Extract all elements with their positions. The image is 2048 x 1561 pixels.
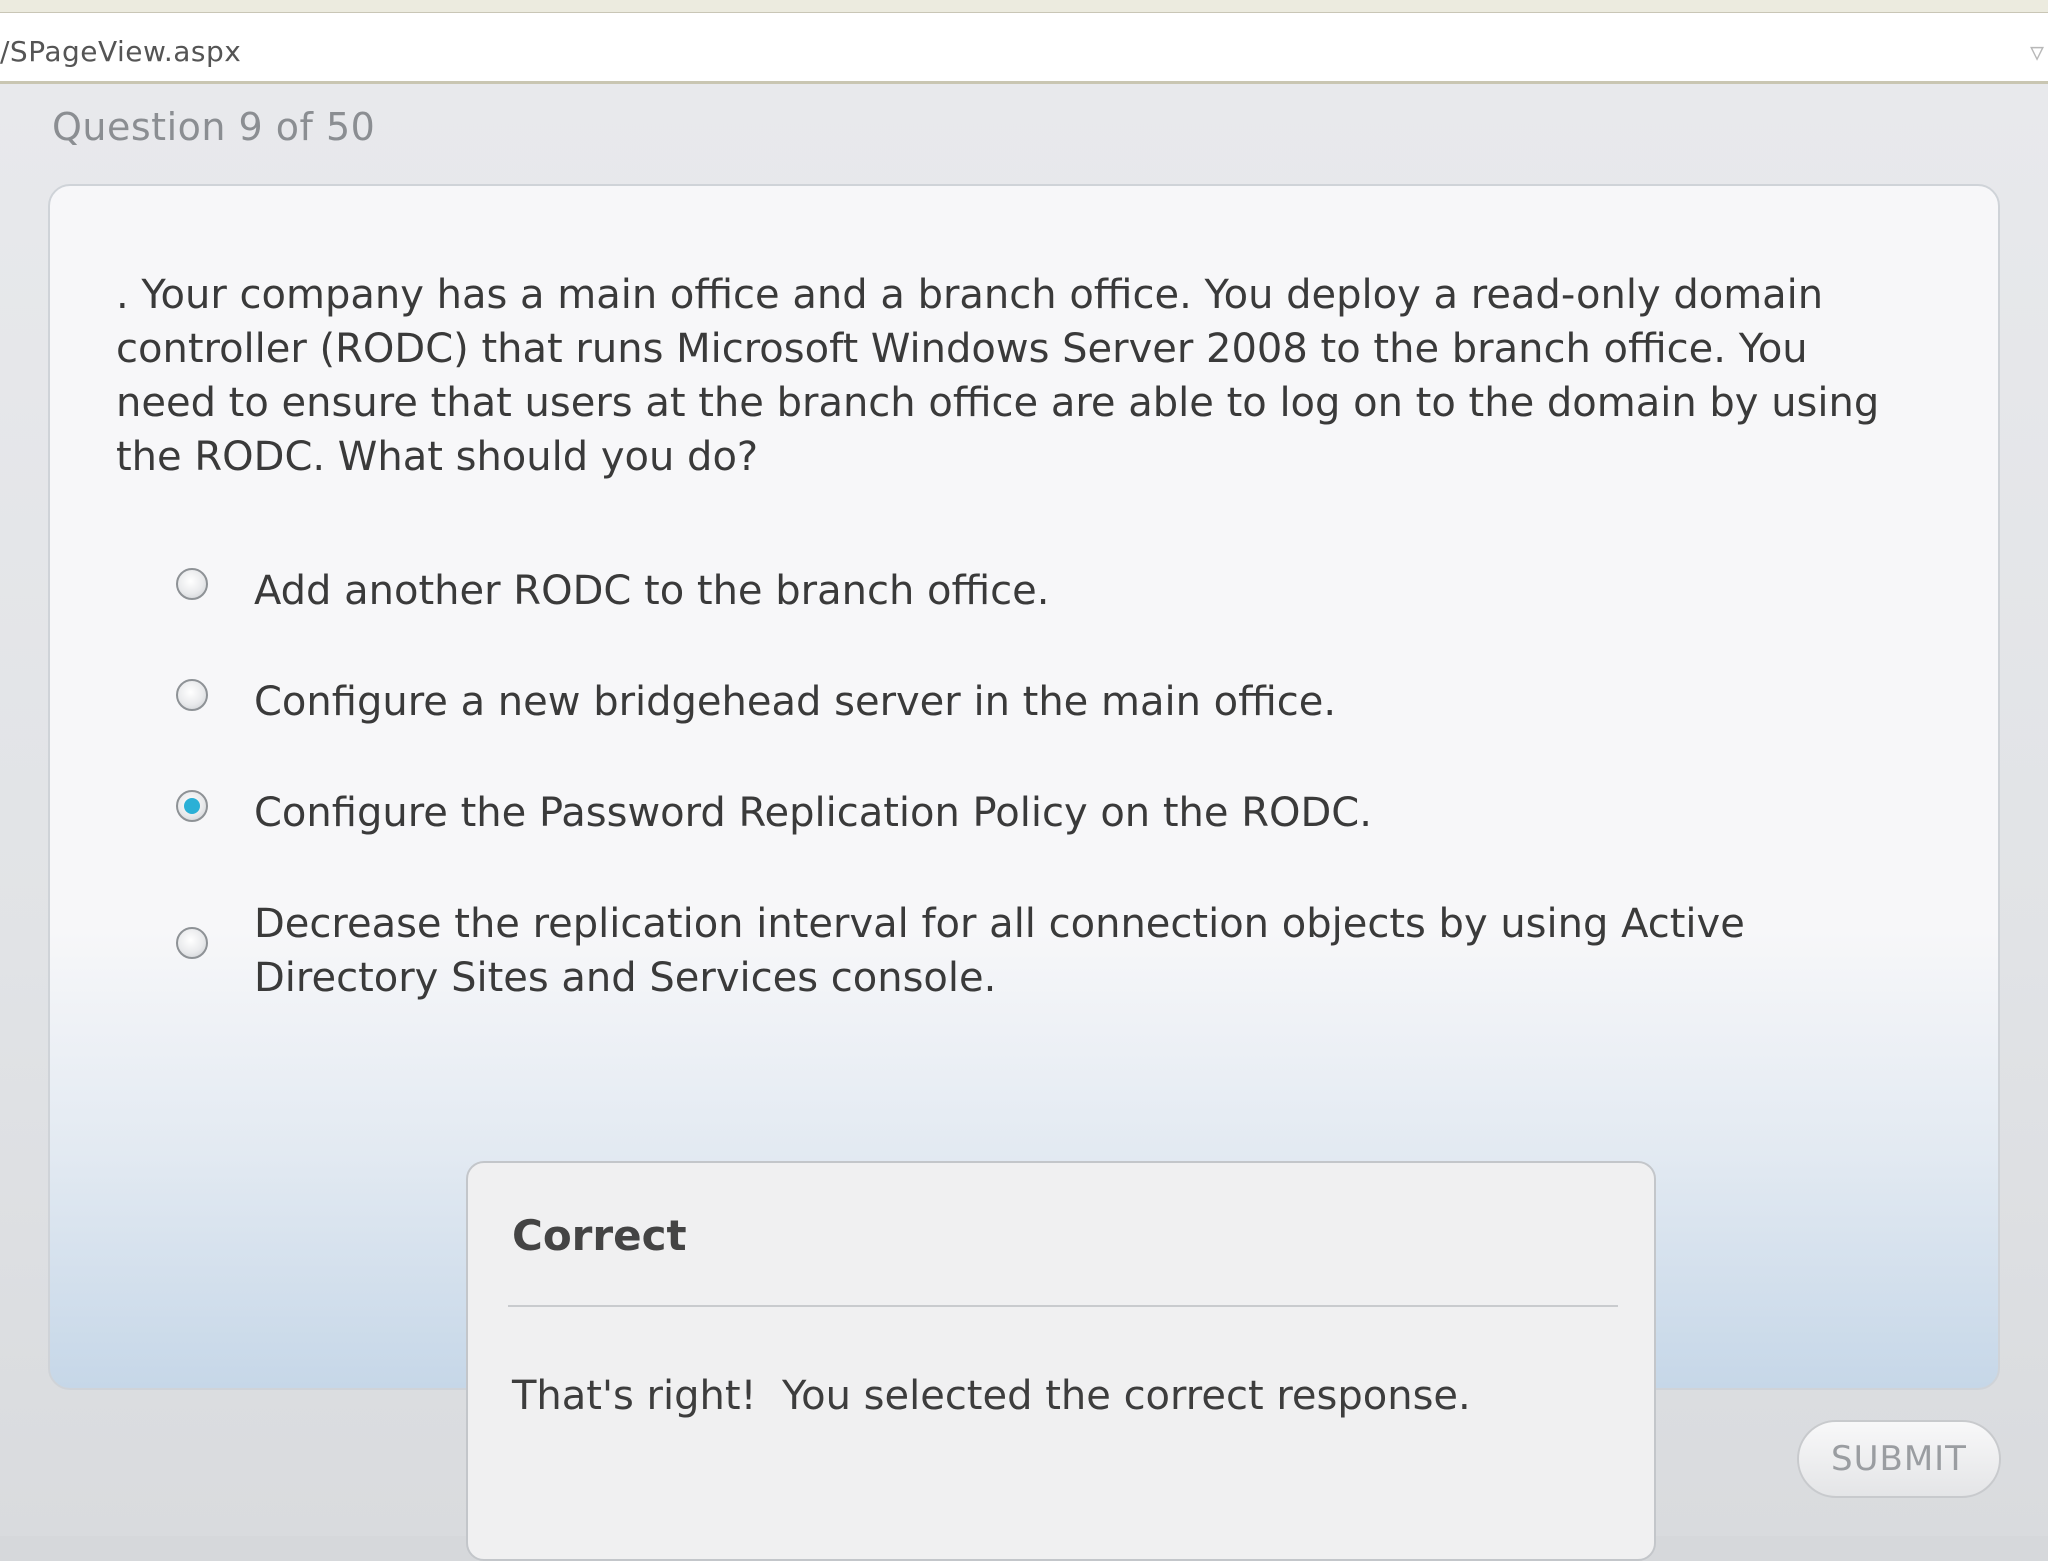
browser-top-strip — [0, 0, 2048, 12]
feedback-message: That's right! You selected the correct r… — [512, 1373, 1471, 1419]
answer-option-1[interactable]: Add another RODC to the branch office. — [176, 564, 1814, 618]
answer-option-2[interactable]: Configure a new bridgehead server in the… — [176, 675, 1814, 729]
answer-label[interactable]: Add another RODC to the branch office. — [254, 564, 1814, 618]
answer-label[interactable]: Decrease the replication interval for al… — [254, 897, 1814, 1005]
radio-button[interactable] — [176, 927, 208, 959]
address-bar[interactable]: /SPageView.aspx ▿ — [0, 12, 2048, 84]
answer-option-4[interactable]: Decrease the replication interval for al… — [176, 897, 1814, 1005]
radio-button-selected[interactable] — [176, 790, 208, 822]
question-text: . Your company has a main office and a b… — [116, 272, 1880, 480]
radio-button[interactable] — [176, 568, 208, 600]
address-text[interactable]: /SPageView.aspx — [0, 35, 241, 68]
feedback-divider — [508, 1305, 1618, 1307]
question-counter: Question 9 of 50 — [52, 105, 376, 149]
radio-button[interactable] — [176, 679, 208, 711]
submit-button[interactable]: SUBMIT — [1797, 1420, 2001, 1498]
feedback-title: Correct — [512, 1211, 687, 1260]
answer-label[interactable]: Configure the Password Replication Polic… — [254, 786, 1814, 840]
answer-label[interactable]: Configure a new bridgehead server in the… — [254, 675, 1814, 729]
dropdown-icon[interactable]: ▿ — [2030, 35, 2044, 68]
answer-option-3[interactable]: Configure the Password Replication Polic… — [176, 786, 1814, 840]
feedback-panel: Correct That's right! You selected the c… — [466, 1161, 1656, 1561]
